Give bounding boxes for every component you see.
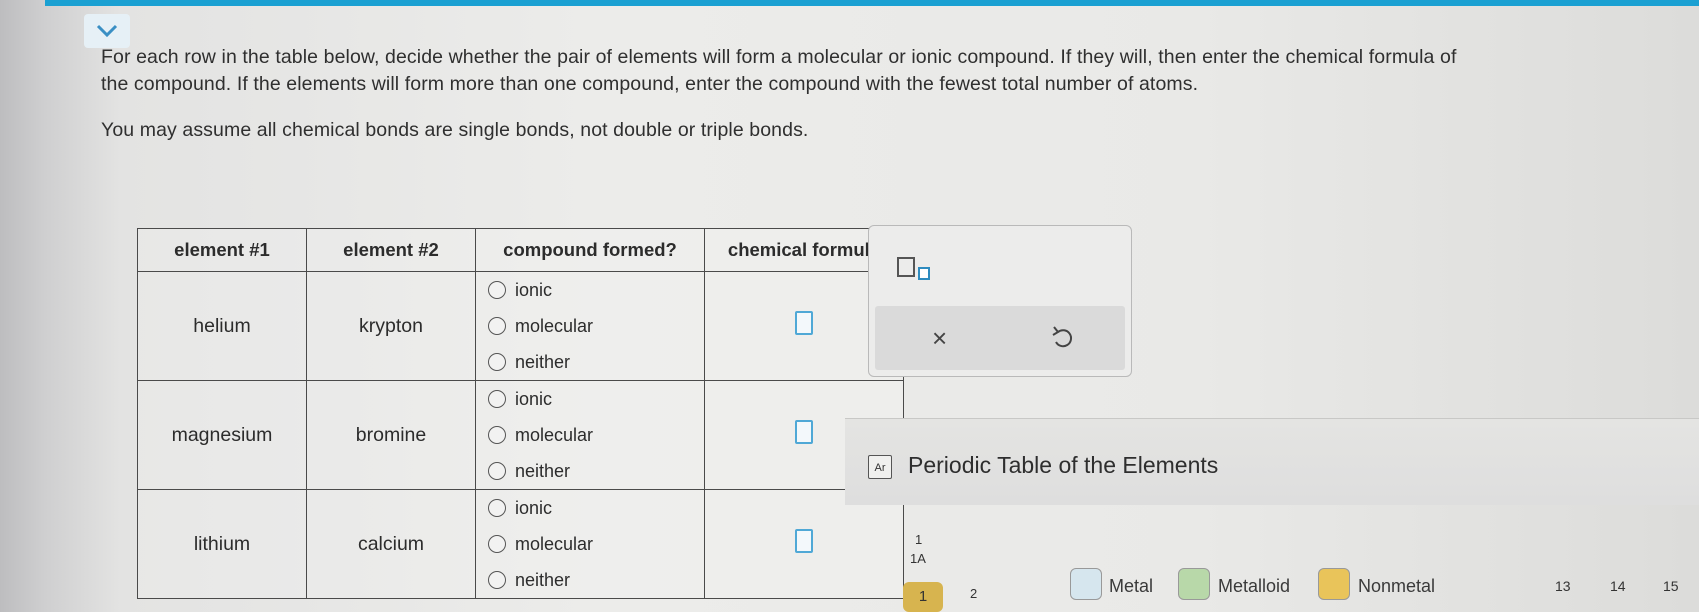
radio-label: ionic xyxy=(515,388,553,409)
table-header-row: element #1 element #2 compound formed? c… xyxy=(137,228,904,272)
compound-options: ionic molecular neither xyxy=(475,271,705,381)
element-cell-hydrogen[interactable]: 1 xyxy=(903,582,943,612)
radio-label: molecular xyxy=(515,533,594,554)
metalloid-swatch xyxy=(1178,568,1210,600)
group-number-13: 13 xyxy=(1555,578,1571,594)
radio-label: neither xyxy=(515,460,571,481)
formula-input[interactable] xyxy=(795,311,813,335)
radio-option-neither[interactable]: neither xyxy=(488,344,704,380)
radio-option-ionic[interactable]: ionic xyxy=(488,381,704,417)
collapse-button[interactable] xyxy=(84,14,130,48)
instruction-line-3: You may assume all chemical bonds are si… xyxy=(101,119,809,141)
header-compound-formed: compound formed? xyxy=(475,228,705,272)
radio-button[interactable] xyxy=(488,353,506,371)
header-element-1: element #1 xyxy=(137,228,307,272)
radio-button[interactable] xyxy=(488,535,506,553)
table-row: magnesium bromine ionic molecular neithe… xyxy=(137,380,904,490)
radio-button[interactable] xyxy=(488,571,506,589)
metal-swatch xyxy=(1070,568,1102,600)
group-number-14: 14 xyxy=(1610,578,1626,594)
radio-option-molecular[interactable]: molecular xyxy=(488,417,704,453)
radio-option-molecular[interactable]: molecular xyxy=(488,526,704,562)
radio-option-neither[interactable]: neither xyxy=(488,562,704,598)
tool-actions-bar: × xyxy=(875,306,1125,370)
radio-option-ionic[interactable]: ionic xyxy=(488,272,704,308)
group-number-15: 15 xyxy=(1663,578,1679,594)
periodic-table-icon[interactable]: Ar xyxy=(868,455,892,479)
radio-option-neither[interactable]: neither xyxy=(488,453,704,489)
clear-button[interactable]: × xyxy=(932,325,947,351)
subscript-icon xyxy=(897,257,930,280)
radio-button[interactable] xyxy=(488,317,506,335)
element-1-cell: magnesium xyxy=(137,380,307,490)
radio-label: ionic xyxy=(515,497,553,518)
radio-button[interactable] xyxy=(488,390,506,408)
compound-options: ionic molecular neither xyxy=(475,489,705,599)
element-2-cell: bromine xyxy=(306,380,476,490)
element-2-cell: calcium xyxy=(306,489,476,599)
element-2-cell: krypton xyxy=(306,271,476,381)
radio-label: ionic xyxy=(515,279,553,300)
table-row: lithium calcium ionic molecular neither xyxy=(137,489,904,599)
radio-button[interactable] xyxy=(488,499,506,517)
formula-tool-panel: × xyxy=(868,225,1132,377)
periodic-table-title[interactable]: Periodic Table of the Elements xyxy=(908,452,1218,479)
header-element-2: element #2 xyxy=(306,228,476,272)
table-row: helium krypton ionic molecular neither xyxy=(137,271,904,381)
radio-label: neither xyxy=(515,351,571,372)
chevron-down-icon xyxy=(96,24,118,38)
nonmetal-swatch xyxy=(1318,568,1350,600)
radio-label: molecular xyxy=(515,424,594,445)
formula-input[interactable] xyxy=(795,529,813,553)
legend-metal: Metal xyxy=(1109,576,1154,596)
question-instructions: For each row in the table below, decide … xyxy=(101,44,1691,144)
compound-options: ionic molecular neither xyxy=(475,380,705,490)
element-1-cell: lithium xyxy=(137,489,307,599)
instruction-line-1: For each row in the table below, decide … xyxy=(101,46,1457,68)
compound-table: element #1 element #2 compound formed? c… xyxy=(137,228,904,599)
radio-option-molecular[interactable]: molecular xyxy=(488,308,704,344)
instruction-line-2: the compound. If the elements will form … xyxy=(101,73,1199,95)
group-number-1: 1 xyxy=(915,532,923,547)
formula-input[interactable] xyxy=(795,420,813,444)
radio-label: molecular xyxy=(515,315,594,336)
top-accent-bar xyxy=(45,0,1699,6)
radio-button[interactable] xyxy=(488,462,506,480)
radio-option-ionic[interactable]: ionic xyxy=(488,490,704,526)
formula-cell xyxy=(704,489,904,599)
undo-icon xyxy=(1052,326,1073,348)
radio-label: neither xyxy=(515,569,571,590)
legend-metalloid: Metalloid xyxy=(1218,576,1291,596)
legend-nonmetal: Nonmetal xyxy=(1358,576,1436,596)
radio-button[interactable] xyxy=(488,426,506,444)
group-number-2: 2 xyxy=(970,586,978,601)
subscript-button[interactable] xyxy=(897,254,937,287)
radio-button[interactable] xyxy=(488,281,506,299)
element-1-cell: helium xyxy=(137,271,307,381)
group-label-1a: 1A xyxy=(910,551,926,566)
undo-button[interactable] xyxy=(1050,324,1076,357)
